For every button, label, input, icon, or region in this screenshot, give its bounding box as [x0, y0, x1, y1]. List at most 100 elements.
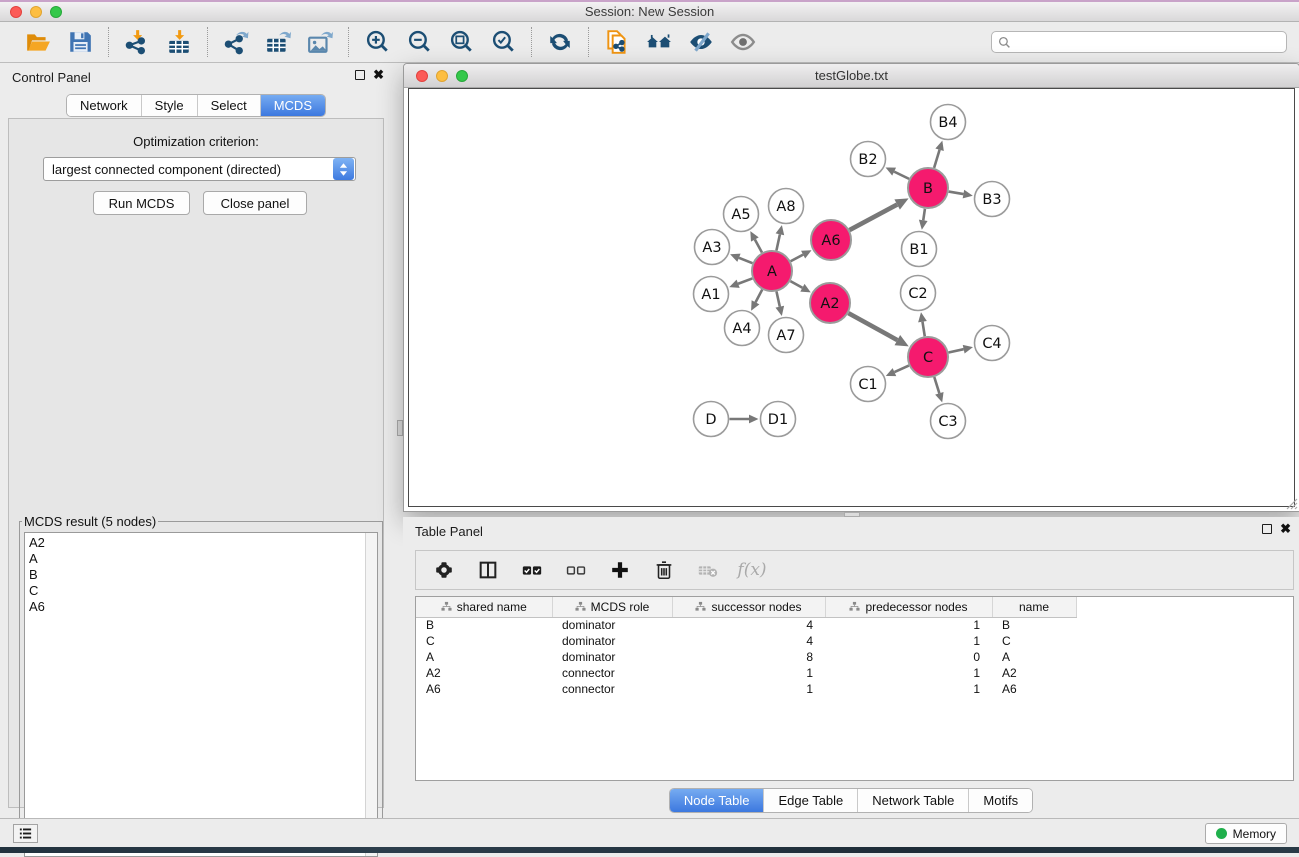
- graph-edge-C-C1[interactable]: [894, 366, 908, 372]
- minimize-window-button[interactable]: [30, 6, 42, 18]
- mcds-result-item[interactable]: A6: [29, 599, 373, 615]
- graph-edge-A-A8[interactable]: [776, 234, 779, 250]
- float-table-panel-icon[interactable]: [1262, 524, 1272, 534]
- table-row[interactable]: Adominator80A: [416, 649, 1292, 665]
- mcds-result-listbox[interactable]: A2ABCA6: [24, 532, 378, 857]
- graph-edge-A-A7[interactable]: [776, 292, 779, 307]
- tab-network[interactable]: Network: [67, 95, 142, 116]
- table-row[interactable]: Bdominator41B: [416, 617, 1292, 633]
- zoom-out-icon[interactable]: [405, 28, 433, 56]
- close-table-panel-icon[interactable]: ✖: [1280, 524, 1291, 534]
- graph-edge-A-A6[interactable]: [791, 255, 804, 262]
- column-header[interactable]: name: [992, 597, 1076, 617]
- table-tab-edge-table[interactable]: Edge Table: [764, 789, 858, 812]
- network-canvas[interactable]: AA1A2A3A4A5A6A7A8BB1B2B3B4CC1C2C3C4DD1: [408, 88, 1295, 507]
- graph-edge-C-C4[interactable]: [949, 349, 964, 352]
- zoom-selected-icon[interactable]: [489, 28, 517, 56]
- import-table-icon[interactable]: [165, 28, 193, 56]
- graph-edge-A-A2[interactable]: [790, 281, 802, 288]
- mcds-result-item[interactable]: C: [29, 583, 373, 599]
- network-window-titlebar[interactable]: testGlobe.txt: [404, 64, 1299, 88]
- clone-network-icon[interactable]: [603, 28, 631, 56]
- delete-column-icon[interactable]: [696, 558, 720, 582]
- graph-edge-A-A1[interactable]: [738, 278, 752, 283]
- criterion-dropdown[interactable]: largest connected component (directed): [43, 157, 356, 181]
- graph-edge-A6-B[interactable]: [850, 205, 898, 231]
- mcds-result-item[interactable]: A2: [29, 535, 373, 551]
- close-panel-button[interactable]: Close panel: [203, 191, 307, 215]
- save-session-icon[interactable]: [66, 28, 94, 56]
- show-columns-icon[interactable]: [476, 558, 500, 582]
- column-header[interactable]: shared name: [416, 597, 552, 617]
- column-label: predecessor nodes: [865, 600, 967, 614]
- close-window-button[interactable]: [10, 6, 22, 18]
- graph-edge-B-B3[interactable]: [949, 192, 964, 195]
- table-tab-network-table[interactable]: Network Table: [858, 789, 969, 812]
- export-image-icon[interactable]: [306, 28, 334, 56]
- add-row-icon[interactable]: [608, 558, 632, 582]
- import-network-icon[interactable]: [123, 28, 151, 56]
- graph-edge-B-B2[interactable]: [894, 172, 909, 179]
- tab-style[interactable]: Style: [142, 95, 198, 116]
- zoom-window-button[interactable]: [50, 6, 62, 18]
- close-panel-icon[interactable]: ✖: [373, 70, 384, 80]
- refresh-icon[interactable]: [546, 28, 574, 56]
- task-history-button[interactable]: [13, 824, 38, 843]
- export-network-icon[interactable]: [222, 28, 250, 56]
- search-input[interactable]: [1015, 35, 1280, 49]
- search-box[interactable]: [991, 31, 1287, 53]
- zoom-group: [349, 28, 531, 56]
- table-row[interactable]: A2connector11A2: [416, 665, 1292, 681]
- graph-node-label: A: [767, 264, 777, 280]
- float-panel-icon[interactable]: [355, 70, 365, 80]
- graph-edge-A-A3[interactable]: [739, 258, 753, 263]
- table-cell: A2: [992, 665, 1076, 681]
- table-cell: B: [992, 617, 1076, 633]
- mcds-result-item[interactable]: B: [29, 567, 373, 583]
- listbox-scrollbar[interactable]: [365, 533, 377, 856]
- graph-edge-A-A4[interactable]: [756, 290, 763, 303]
- export-table-icon[interactable]: [264, 28, 292, 56]
- show-all-icon[interactable]: [729, 28, 757, 56]
- zoom-fit-icon[interactable]: [447, 28, 475, 56]
- close-network-window-button[interactable]: [416, 70, 428, 82]
- delete-row-icon[interactable]: [652, 558, 676, 582]
- column-header[interactable]: predecessor nodes: [825, 597, 992, 617]
- memory-button[interactable]: Memory: [1205, 823, 1287, 844]
- column-header[interactable]: successor nodes: [672, 597, 825, 617]
- run-mcds-button[interactable]: Run MCDS: [93, 191, 190, 215]
- select-all-checkboxes-icon[interactable]: [520, 558, 544, 582]
- first-neighbors-icon[interactable]: [645, 28, 673, 56]
- mcds-result-item[interactable]: A: [29, 551, 373, 567]
- table-tab-motifs[interactable]: Motifs: [969, 789, 1032, 812]
- column-label: name: [1019, 600, 1049, 614]
- graph-edge-arrowhead: [918, 312, 927, 322]
- hide-selected-icon[interactable]: [687, 28, 715, 56]
- graph-edge-C-C2[interactable]: [922, 322, 924, 337]
- table-cell: dominator: [552, 617, 672, 633]
- open-file-icon[interactable]: [24, 28, 52, 56]
- table-tab-node-table[interactable]: Node Table: [670, 789, 765, 812]
- column-header[interactable]: MCDS role: [552, 597, 672, 617]
- table-settings-icon[interactable]: [432, 558, 456, 582]
- graph-edge-B-B1[interactable]: [923, 209, 925, 221]
- graph-edge-C-C3[interactable]: [934, 377, 939, 393]
- graph-edge-A-A5[interactable]: [755, 239, 762, 252]
- minimize-network-window-button[interactable]: [436, 70, 448, 82]
- zoom-network-window-button[interactable]: [456, 70, 468, 82]
- table-row[interactable]: A6connector11A6: [416, 681, 1292, 697]
- node-table[interactable]: shared nameMCDS rolesuccessor nodes prede…: [415, 596, 1294, 781]
- window-resize-grip[interactable]: [1285, 497, 1298, 510]
- table-cell: A6: [416, 681, 552, 697]
- deselect-all-checkboxes-icon[interactable]: [564, 558, 588, 582]
- table-cell: dominator: [552, 649, 672, 665]
- function-builder-icon[interactable]: f(x): [740, 558, 764, 582]
- tab-mcds[interactable]: MCDS: [261, 95, 325, 116]
- zoom-in-icon[interactable]: [363, 28, 391, 56]
- tab-select[interactable]: Select: [198, 95, 261, 116]
- graph-edge-A2-C[interactable]: [848, 313, 897, 340]
- graph-edge-B-B4[interactable]: [934, 150, 939, 168]
- control-panel-header: Control Panel ✖: [0, 63, 392, 89]
- table-cell: 1: [672, 681, 825, 697]
- table-row[interactable]: Cdominator41C: [416, 633, 1292, 649]
